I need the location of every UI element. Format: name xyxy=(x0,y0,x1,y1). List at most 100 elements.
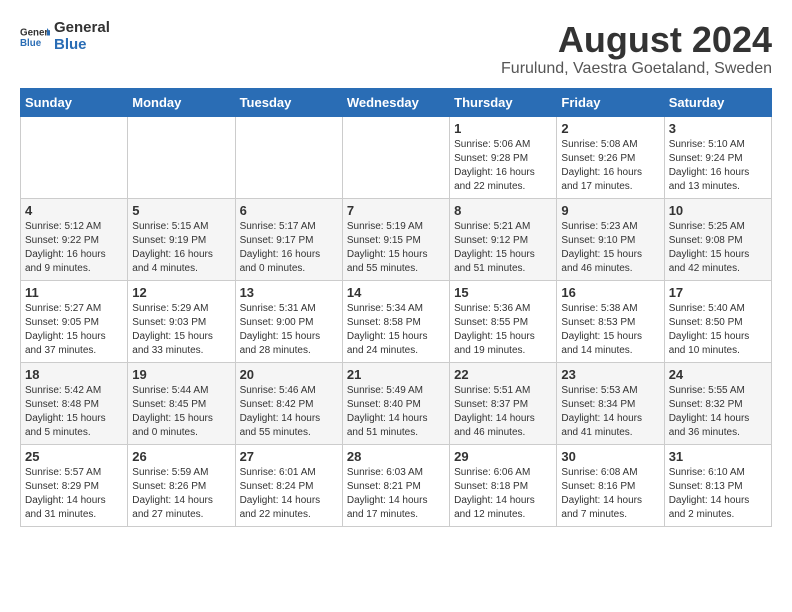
page-header: General Blue General Blue August 2024 Fu… xyxy=(20,20,772,78)
calendar-cell: 2 Sunrise: 5:08 AMSunset: 9:26 PMDaylight… xyxy=(557,116,664,198)
calendar-cell: 7 Sunrise: 5:19 AMSunset: 9:15 PMDaylight… xyxy=(342,198,449,280)
day-number: 29 xyxy=(454,449,552,464)
day-number: 17 xyxy=(669,285,767,300)
page-title: August 2024 xyxy=(501,20,772,60)
day-info: Sunrise: 6:08 AMSunset: 8:16 PMDaylight:… xyxy=(561,466,659,522)
day-info: Sunrise: 5:36 AMSunset: 8:55 PMDaylight:… xyxy=(454,302,552,358)
day-number: 7 xyxy=(347,203,445,218)
day-number: 31 xyxy=(669,449,767,464)
day-info: Sunrise: 5:10 AMSunset: 9:24 PMDaylight:… xyxy=(669,138,767,194)
calendar-cell: 1Sunrise: 5:06 AMSunset: 9:28 PMDaylight… xyxy=(450,116,557,198)
calendar-cell: 17 Sunrise: 5:40 AMSunset: 8:50 PMDayligh… xyxy=(664,280,771,362)
day-info: Sunrise: 6:03 AMSunset: 8:21 PMDaylight:… xyxy=(347,466,445,522)
calendar-cell: 26 Sunrise: 5:59 AMSunset: 8:26 PMDayligh… xyxy=(128,444,235,526)
calendar-cell: 25 Sunrise: 5:57 AMSunset: 8:29 PMDayligh… xyxy=(21,444,128,526)
day-info: Sunrise: 6:10 AMSunset: 8:13 PMDaylight:… xyxy=(669,466,767,522)
calendar-header-saturday: Saturday xyxy=(664,88,771,116)
day-info: Sunrise: 5:40 AMSunset: 8:50 PMDaylight:… xyxy=(669,302,767,358)
day-number: 22 xyxy=(454,367,552,382)
day-number: 28 xyxy=(347,449,445,464)
calendar-cell: 31 Sunrise: 6:10 AMSunset: 8:13 PMDayligh… xyxy=(664,444,771,526)
day-number: 24 xyxy=(669,367,767,382)
calendar-cell: 23Sunrise: 5:53 AMSunset: 8:34 PMDayligh… xyxy=(557,362,664,444)
calendar-header-sunday: Sunday xyxy=(21,88,128,116)
day-number: 12 xyxy=(132,285,230,300)
day-info: Sunrise: 5:57 AMSunset: 8:29 PMDaylight:… xyxy=(25,466,123,522)
day-number: 14 xyxy=(347,285,445,300)
day-info: Sunrise: 5:49 AMSunset: 8:40 PMDaylight:… xyxy=(347,384,445,440)
day-info: Sunrise: 5:42 AMSunset: 8:48 PMDaylight:… xyxy=(25,384,123,440)
calendar-header-monday: Monday xyxy=(128,88,235,116)
calendar-cell: 19 Sunrise: 5:44 AMSunset: 8:45 PMDayligh… xyxy=(128,362,235,444)
day-info: Sunrise: 5:23 AMSunset: 9:10 PMDaylight:… xyxy=(561,220,659,276)
day-info: Sunrise: 5:08 AMSunset: 9:26 PMDaylight:… xyxy=(561,138,659,194)
day-number: 18 xyxy=(25,367,123,382)
day-number: 21 xyxy=(347,367,445,382)
day-info: Sunrise: 5:38 AMSunset: 8:53 PMDaylight:… xyxy=(561,302,659,358)
day-number: 4 xyxy=(25,203,123,218)
calendar-cell xyxy=(21,116,128,198)
day-info: Sunrise: 5:51 AMSunset: 8:37 PMDaylight:… xyxy=(454,384,552,440)
day-info: Sunrise: 5:29 AMSunset: 9:03 PMDaylight:… xyxy=(132,302,230,358)
day-number: 19 xyxy=(132,367,230,382)
calendar-cell: 29 Sunrise: 6:06 AMSunset: 8:18 PMDayligh… xyxy=(450,444,557,526)
calendar-cell xyxy=(235,116,342,198)
day-info: Sunrise: 5:31 AMSunset: 9:00 PMDaylight:… xyxy=(240,302,338,358)
day-number: 1 xyxy=(454,121,552,136)
calendar-cell xyxy=(128,116,235,198)
day-number: 20 xyxy=(240,367,338,382)
day-number: 13 xyxy=(240,285,338,300)
day-info: Sunrise: 5:55 AMSunset: 8:32 PMDaylight:… xyxy=(669,384,767,440)
calendar-cell: 12 Sunrise: 5:29 AMSunset: 9:03 PMDayligh… xyxy=(128,280,235,362)
logo: General Blue General Blue xyxy=(20,20,110,53)
day-number: 10 xyxy=(669,203,767,218)
day-info: Sunrise: 6:01 AMSunset: 8:24 PMDaylight:… xyxy=(240,466,338,522)
day-number: 11 xyxy=(25,285,123,300)
day-info: Sunrise: 5:19 AMSunset: 9:15 PMDaylight:… xyxy=(347,220,445,276)
calendar-cell: 27 Sunrise: 6:01 AMSunset: 8:24 PMDayligh… xyxy=(235,444,342,526)
calendar-cell: 4Sunrise: 5:12 AMSunset: 9:22 PMDaylight… xyxy=(21,198,128,280)
calendar-header-tuesday: Tuesday xyxy=(235,88,342,116)
day-number: 26 xyxy=(132,449,230,464)
day-info: Sunrise: 5:34 AMSunset: 8:58 PMDaylight:… xyxy=(347,302,445,358)
day-number: 8 xyxy=(454,203,552,218)
calendar-header-wednesday: Wednesday xyxy=(342,88,449,116)
page-subtitle: Furulund, Vaestra Goetaland, Sweden xyxy=(501,60,772,78)
day-number: 16 xyxy=(561,285,659,300)
day-number: 6 xyxy=(240,203,338,218)
calendar-week-5: 25 Sunrise: 5:57 AMSunset: 8:29 PMDayligh… xyxy=(21,444,772,526)
calendar-week-4: 18 Sunrise: 5:42 AMSunset: 8:48 PMDayligh… xyxy=(21,362,772,444)
calendar-cell: 22 Sunrise: 5:51 AMSunset: 8:37 PMDayligh… xyxy=(450,362,557,444)
day-number: 3 xyxy=(669,121,767,136)
day-info: Sunrise: 5:59 AMSunset: 8:26 PMDaylight:… xyxy=(132,466,230,522)
day-info: Sunrise: 5:44 AMSunset: 8:45 PMDaylight:… xyxy=(132,384,230,440)
calendar-cell: 28 Sunrise: 6:03 AMSunset: 8:21 PMDayligh… xyxy=(342,444,449,526)
calendar-cell: 18 Sunrise: 5:42 AMSunset: 8:48 PMDayligh… xyxy=(21,362,128,444)
logo-icon: General Blue xyxy=(20,25,50,49)
day-info: Sunrise: 5:21 AMSunset: 9:12 PMDaylight:… xyxy=(454,220,552,276)
title-section: August 2024 Furulund, Vaestra Goetaland,… xyxy=(501,20,772,78)
day-info: Sunrise: 5:15 AMSunset: 9:19 PMDaylight:… xyxy=(132,220,230,276)
calendar-cell: 5 Sunrise: 5:15 AMSunset: 9:19 PMDaylight… xyxy=(128,198,235,280)
svg-text:Blue: Blue xyxy=(20,38,42,49)
day-number: 25 xyxy=(25,449,123,464)
day-info: Sunrise: 5:27 AMSunset: 9:05 PMDaylight:… xyxy=(25,302,123,358)
day-number: 27 xyxy=(240,449,338,464)
day-info: Sunrise: 5:17 AMSunset: 9:17 PMDaylight:… xyxy=(240,220,338,276)
calendar-table: SundayMondayTuesdayWednesdayThursdayFrid… xyxy=(20,88,772,527)
logo-general: General xyxy=(54,19,110,36)
day-number: 9 xyxy=(561,203,659,218)
day-number: 5 xyxy=(132,203,230,218)
calendar-cell: 30 Sunrise: 6:08 AMSunset: 8:16 PMDayligh… xyxy=(557,444,664,526)
day-number: 30 xyxy=(561,449,659,464)
calendar-week-1: 1Sunrise: 5:06 AMSunset: 9:28 PMDaylight… xyxy=(21,116,772,198)
day-info: Sunrise: 5:46 AMSunset: 8:42 PMDaylight:… xyxy=(240,384,338,440)
logo-blue: Blue xyxy=(54,36,87,53)
calendar-cell: 8 Sunrise: 5:21 AMSunset: 9:12 PMDaylight… xyxy=(450,198,557,280)
day-info: Sunrise: 6:06 AMSunset: 8:18 PMDaylight:… xyxy=(454,466,552,522)
svg-text:General: General xyxy=(20,27,50,38)
calendar-header-thursday: Thursday xyxy=(450,88,557,116)
day-number: 2 xyxy=(561,121,659,136)
day-number: 23 xyxy=(561,367,659,382)
day-number: 15 xyxy=(454,285,552,300)
